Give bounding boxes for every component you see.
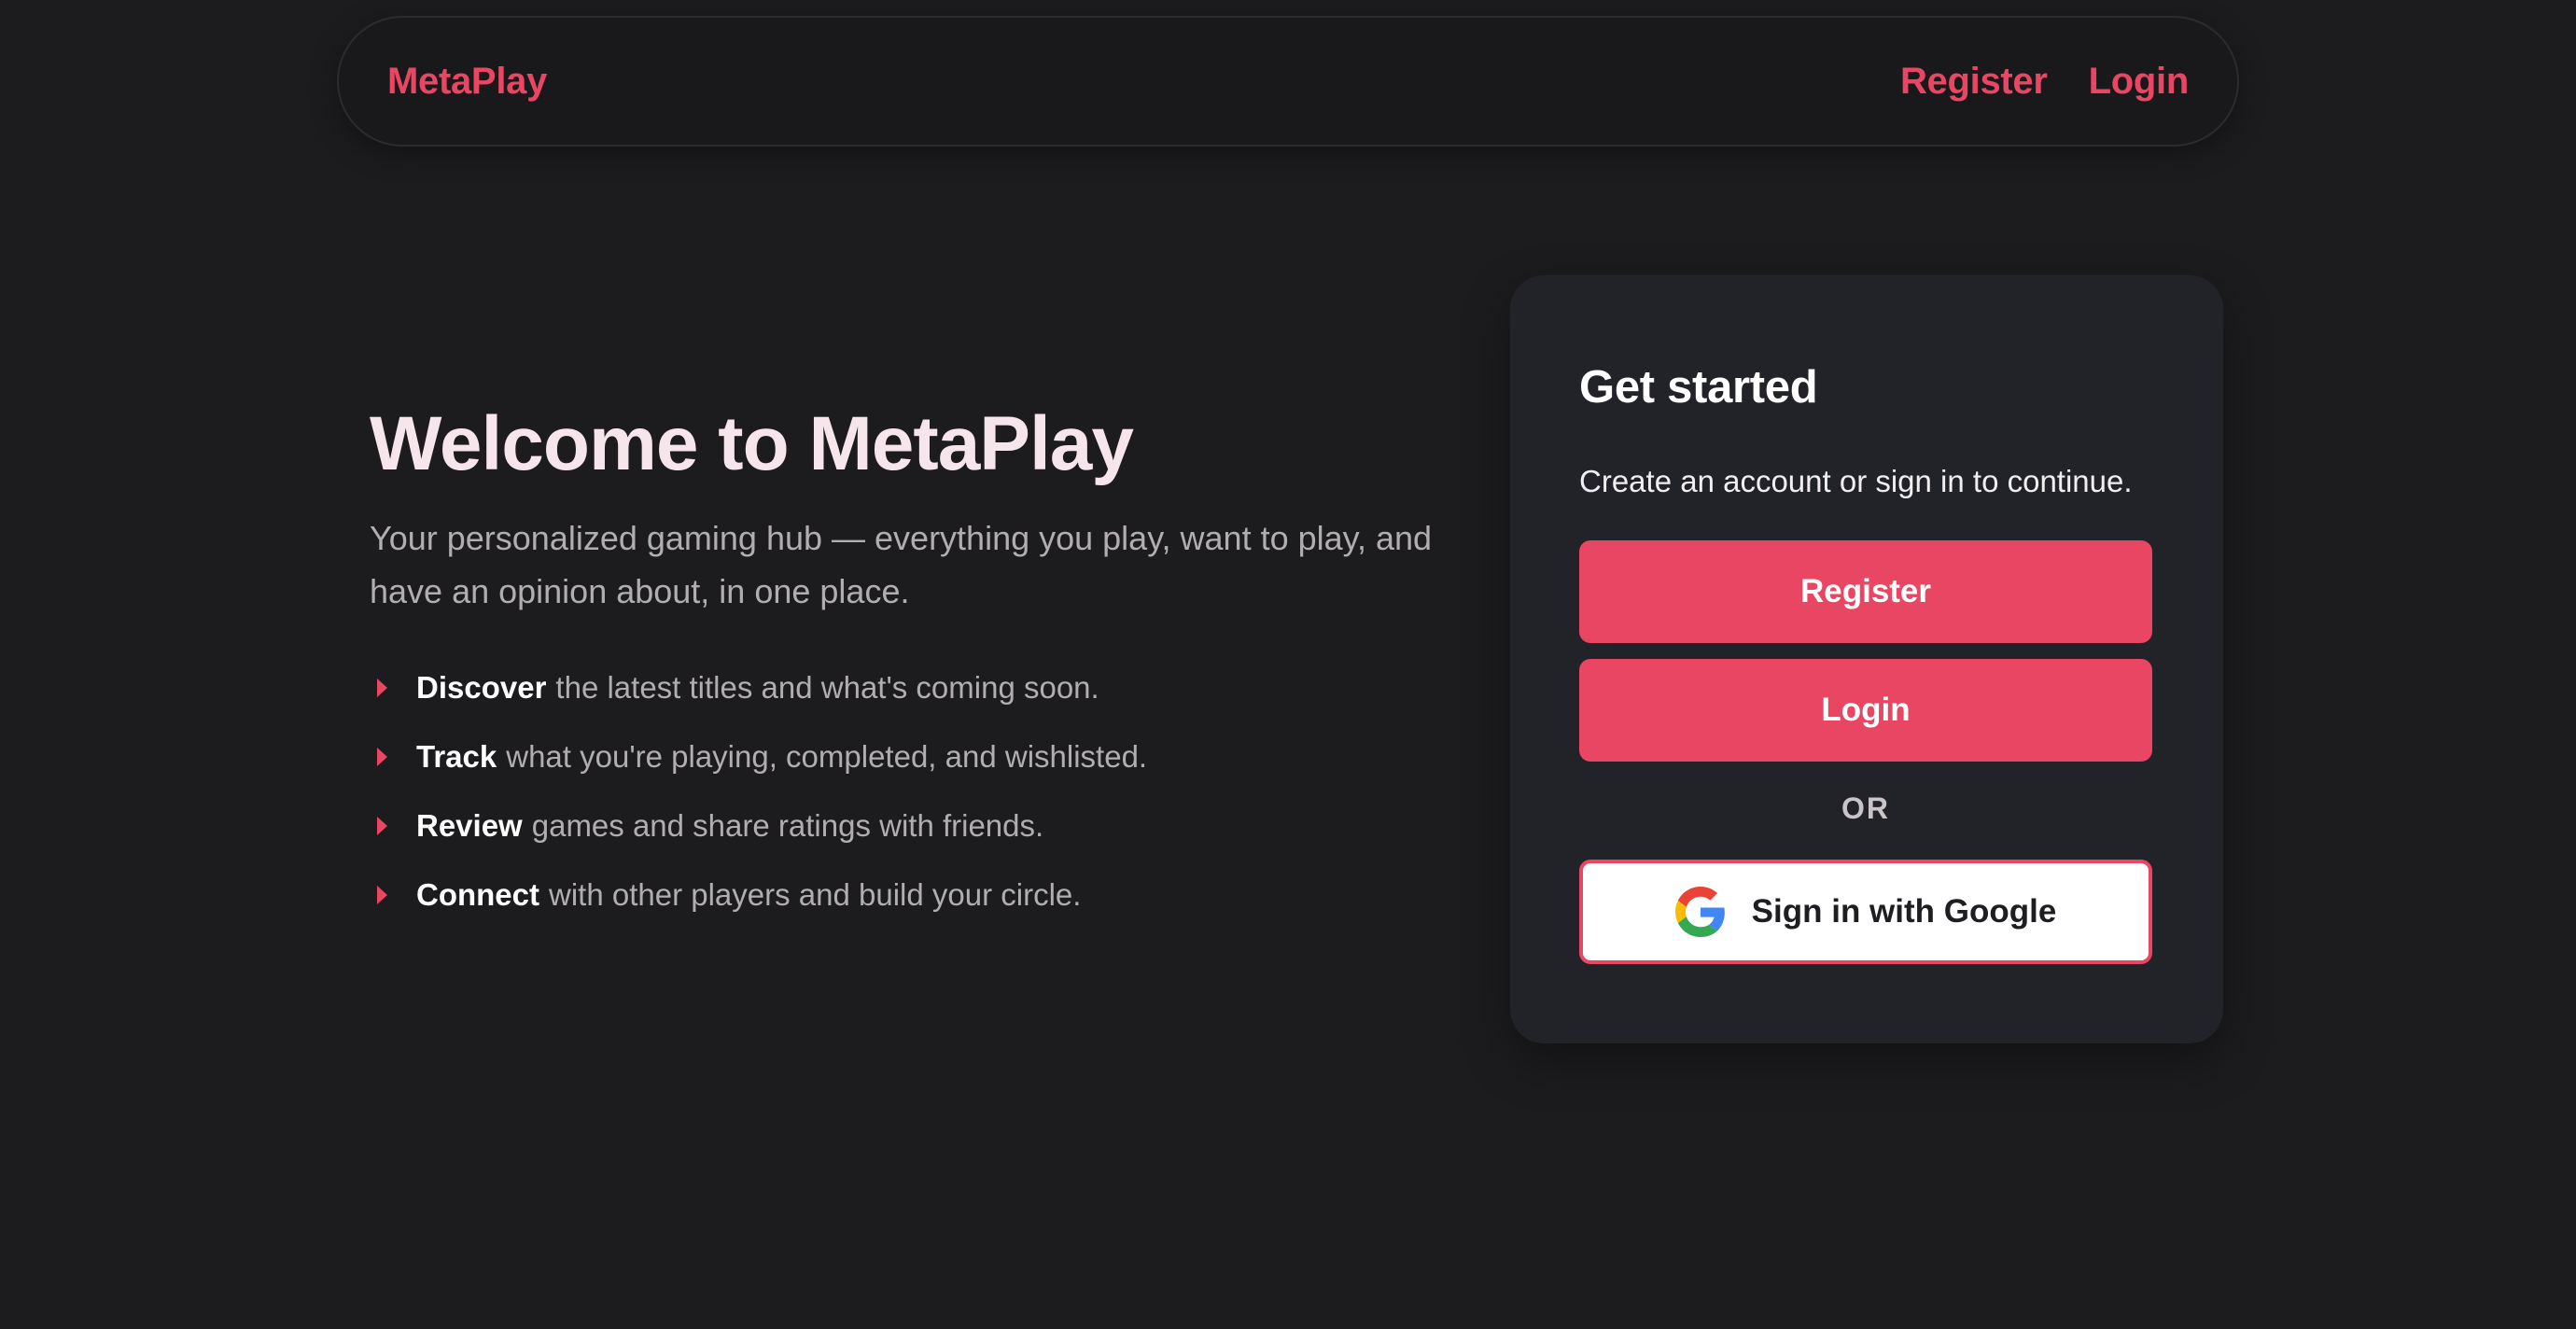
- feature-item-review: Review games and share ratings with frie…: [370, 791, 1452, 860]
- caret-right-icon: [377, 748, 387, 766]
- feature-text: games and share ratings with friends.: [531, 808, 1044, 843]
- brand-logo-link[interactable]: MetaPlay: [387, 61, 547, 103]
- google-g-icon: [1674, 887, 1725, 937]
- feature-item-connect: Connect with other players and build you…: [370, 860, 1452, 930]
- or-divider: OR: [1841, 791, 1890, 825]
- hero-subtitle: Your personalized gaming hub — everythin…: [370, 519, 1433, 610]
- feature-text: the latest titles and what's coming soon…: [555, 670, 1099, 705]
- hero-title: Welcome to MetaPlay: [370, 401, 1134, 486]
- top-navbar: MetaPlay Register Login: [337, 16, 2239, 147]
- feature-item-discover: Discover the latest titles and what's co…: [370, 653, 1452, 722]
- get-started-card: Get started Create an account or sign in…: [1510, 275, 2223, 1043]
- feature-keyword: Review: [416, 808, 523, 843]
- caret-right-icon: [377, 886, 387, 904]
- google-sign-in-button[interactable]: Sign in with Google: [1579, 860, 2152, 964]
- feature-keyword: Connect: [416, 877, 539, 912]
- google-sign-in-label: Sign in with Google: [1751, 893, 2057, 930]
- nav-login-link[interactable]: Login: [2089, 61, 2190, 103]
- nav-register-link[interactable]: Register: [1900, 61, 2048, 103]
- login-button[interactable]: Login: [1579, 659, 2152, 762]
- card-description: Create an account or sign in to continue…: [1579, 464, 2133, 498]
- caret-right-icon: [377, 817, 387, 835]
- feature-text: what you're playing, completed, and wish…: [506, 739, 1148, 774]
- feature-item-track: Track what you're playing, completed, an…: [370, 722, 1452, 791]
- card-title: Get started: [1579, 362, 1818, 413]
- nav-links: Register Login: [1900, 61, 2189, 103]
- feature-keyword: Track: [416, 739, 497, 774]
- feature-list: Discover the latest titles and what's co…: [370, 653, 1452, 930]
- hero-section: Welcome to MetaPlay Your personalized ga…: [370, 392, 1452, 930]
- feature-text: with other players and build your circle…: [549, 877, 1082, 912]
- register-button[interactable]: Register: [1579, 540, 2152, 643]
- caret-right-icon: [377, 678, 387, 697]
- feature-keyword: Discover: [416, 670, 547, 705]
